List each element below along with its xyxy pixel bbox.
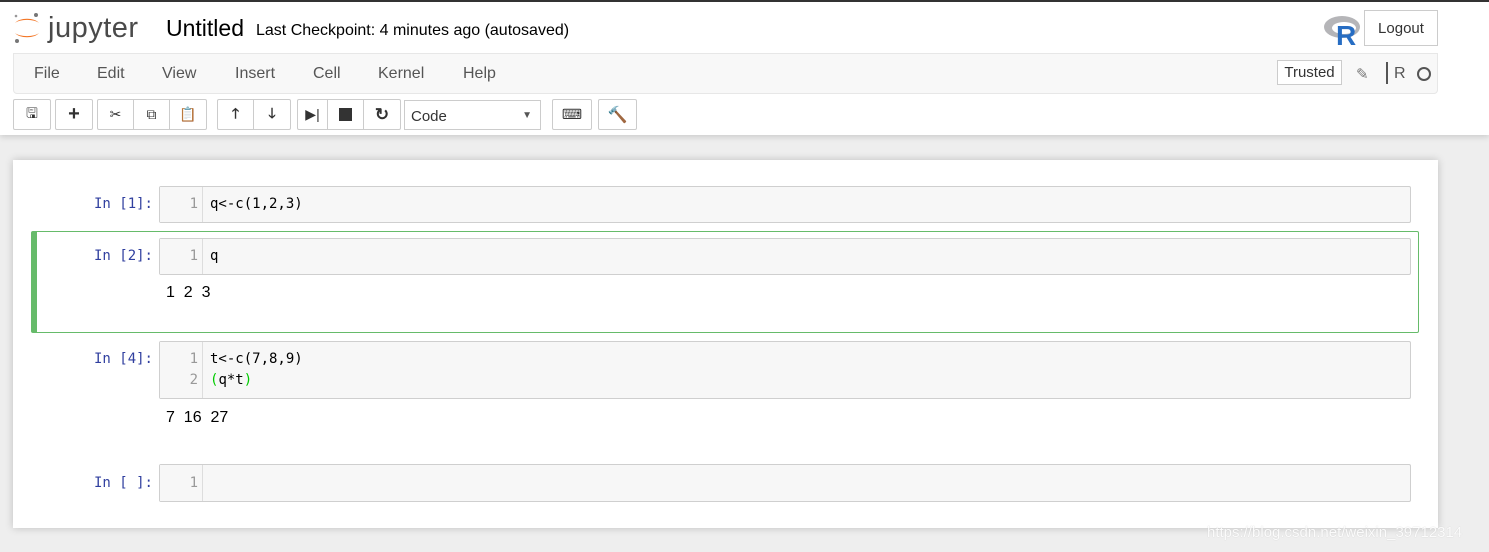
code-cell-input[interactable]: 1 2 t<-c(7,8,9) (q*t) — [159, 341, 1411, 399]
line-number: 1 — [189, 475, 198, 491]
arrow-up-icon: 🡑 — [231, 104, 240, 121]
copy-icon: ⧉ — [146, 106, 157, 122]
bracket: ) — [243, 372, 253, 388]
run-button[interactable]: ▶| — [298, 100, 328, 129]
menu-insert[interactable]: Insert — [235, 65, 275, 83]
arrow-down-icon: 🡓 — [268, 104, 276, 121]
cell-prompt: In [2]: — [93, 248, 153, 264]
restart-icon: ↻ — [374, 104, 390, 124]
line-number: 1 — [189, 248, 198, 264]
keyboard-shortcuts-button[interactable]: ⌨ — [553, 100, 591, 129]
code-cell-input[interactable]: 1 — [159, 464, 1411, 502]
watermark: https://blog.csdn.net/weixin_39712314 — [1207, 524, 1463, 541]
paste-button[interactable]: 📋 — [170, 100, 206, 129]
save-group: 🖫 — [13, 99, 51, 130]
restart-button[interactable]: ↻ — [364, 100, 400, 129]
menu-cell[interactable]: Cell — [313, 65, 341, 83]
code-cell-input[interactable]: 1 q — [159, 238, 1411, 275]
stop-icon — [339, 108, 352, 121]
line-gutter: 1 — [160, 465, 203, 501]
insert-cell-button[interactable]: + — [56, 100, 92, 129]
menu-file[interactable]: File — [34, 65, 60, 83]
move-up-button[interactable]: 🡑 — [218, 100, 254, 129]
caret-down-icon: ▼ — [522, 110, 532, 121]
cell-prompt: In [4]: — [93, 351, 153, 367]
copy-button[interactable]: ⧉ — [134, 100, 170, 129]
kernel-idle-icon — [1417, 67, 1431, 81]
move-group: 🡑 🡓 — [217, 99, 291, 130]
menubar: File Edit View Insert Cell Kernel Help T… — [13, 53, 1438, 94]
line-number: 2 — [189, 372, 198, 388]
code-line: q — [210, 248, 219, 264]
code-line: t<-c(7,8,9) — [210, 351, 303, 367]
notebook-title[interactable]: Untitled — [166, 15, 244, 42]
jupyter-logo-icon — [14, 13, 39, 43]
keyboard-group: ⌨ — [552, 99, 592, 130]
cell-prompt: In [ ]: — [93, 475, 153, 491]
cell-prompt: In [1]: — [93, 196, 153, 212]
header: jupyter Untitled Last Checkpoint: 4 minu… — [0, 0, 1489, 135]
divider — [1386, 62, 1388, 84]
run-icon: ▶| — [305, 106, 320, 122]
menu-kernel[interactable]: Kernel — [378, 65, 424, 83]
checkpoint-status: Last Checkpoint: 4 minutes ago (autosave… — [256, 22, 570, 39]
save-icon: 🖫 — [26, 104, 38, 121]
code-line: (q*t) — [210, 372, 252, 388]
r-kernel-logo-icon: R — [1324, 16, 1360, 46]
cell-type-value: Code — [411, 108, 447, 125]
menu-help[interactable]: Help — [463, 65, 496, 83]
move-down-button[interactable]: 🡓 — [254, 100, 290, 129]
line-gutter: 1 2 — [160, 342, 203, 398]
line-number: 1 — [189, 196, 198, 212]
menu-edit[interactable]: Edit — [97, 65, 125, 83]
clipboard-group: ✂ ⧉ 📋 — [97, 99, 207, 130]
cell-output: 1 2 3 — [166, 284, 211, 301]
cell-output: 7 16 27 — [166, 409, 229, 426]
kernel-name: R — [1394, 65, 1406, 82]
cut-icon: ✂ — [109, 106, 122, 122]
line-gutter: 1 — [160, 187, 203, 222]
insert-group: + — [55, 99, 93, 130]
code-line: q<-c(1,2,3) — [210, 196, 303, 212]
command-palette-button[interactable]: 🔨 — [599, 100, 636, 129]
cell-type-select[interactable]: Code ▼ — [404, 100, 541, 130]
svg-text:R: R — [1336, 20, 1356, 46]
line-number: 1 — [189, 351, 198, 367]
paste-icon: 📋 — [179, 106, 197, 122]
notebook-container: In [1]: 1 q<-c(1,2,3) In [2]: 1 q 1 2 3 … — [13, 160, 1438, 528]
code-cell-input[interactable]: 1 q<-c(1,2,3) — [159, 186, 1411, 223]
plus-icon: + — [68, 103, 80, 125]
jupyter-logo[interactable]: jupyter — [12, 10, 139, 46]
keyboard-icon: ⌨ — [561, 106, 583, 122]
line-gutter: 1 — [160, 239, 203, 274]
trusted-indicator[interactable]: Trusted — [1277, 60, 1342, 85]
command-palette-icon: 🔨 — [607, 106, 628, 124]
palette-group: 🔨 — [598, 99, 637, 130]
pencil-icon[interactable]: ✎ — [1356, 65, 1369, 83]
run-group: ▶| ↻ — [297, 99, 401, 130]
logout-button[interactable]: Logout — [1364, 10, 1438, 46]
logo-text: jupyter — [48, 11, 139, 44]
save-button[interactable]: 🖫 — [14, 100, 50, 129]
interrupt-button[interactable] — [328, 100, 364, 129]
cut-button[interactable]: ✂ — [98, 100, 134, 129]
menu-view[interactable]: View — [162, 65, 196, 83]
code-line-body: q*t — [218, 372, 244, 388]
